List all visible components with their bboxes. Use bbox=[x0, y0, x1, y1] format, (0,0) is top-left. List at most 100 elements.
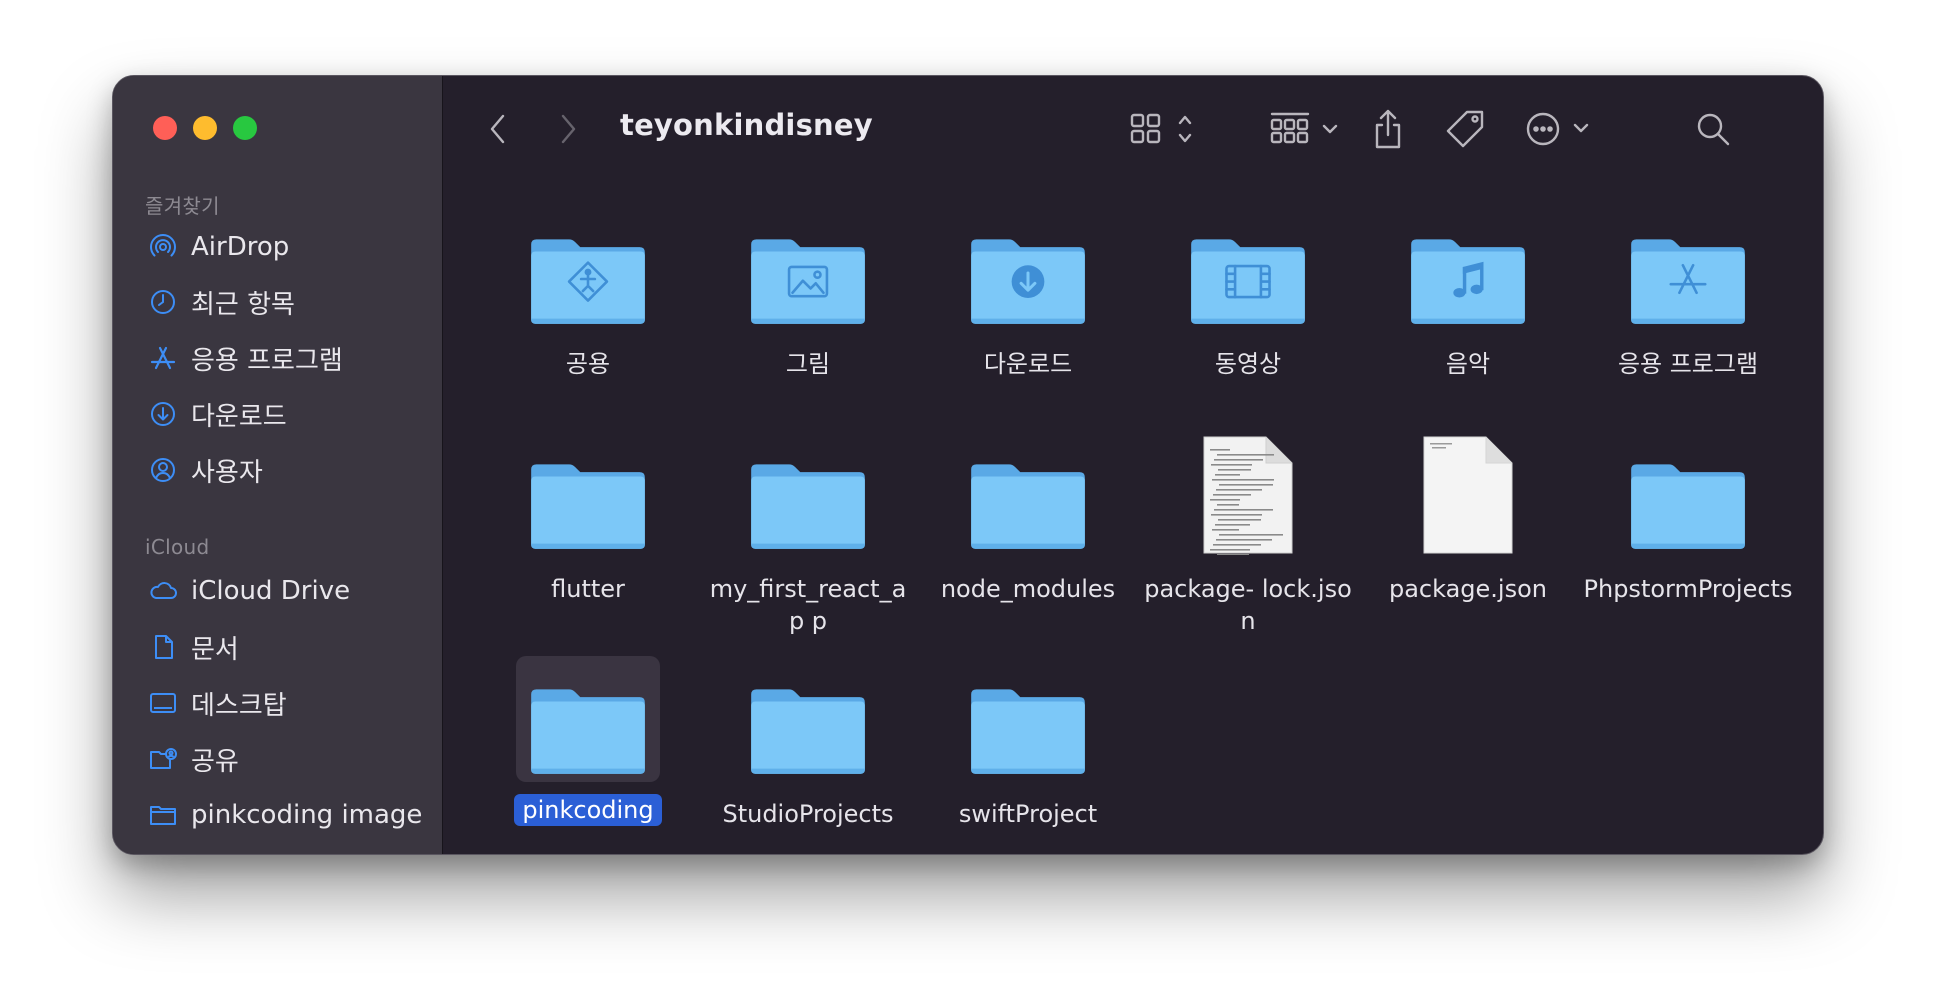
download-icon bbox=[147, 398, 179, 430]
sidebar-item-pinkcoding-image[interactable]: pinkcoding image bbox=[147, 793, 422, 837]
view-mode-button[interactable] bbox=[1128, 106, 1198, 152]
clock-icon bbox=[147, 286, 179, 318]
more-actions-button[interactable] bbox=[1523, 106, 1603, 152]
folder-icon bbox=[956, 656, 1100, 782]
folder-icon bbox=[956, 431, 1100, 557]
search-button[interactable] bbox=[1693, 106, 1733, 152]
folder-item-flutter[interactable]: flutter bbox=[478, 431, 698, 605]
sidebar-item-label: 문서 bbox=[191, 634, 239, 665]
chevron-left-icon bbox=[490, 114, 505, 144]
sidebar-item-downloads[interactable]: 다운로드 bbox=[147, 392, 287, 436]
sidebar-item-label: 사용자 bbox=[191, 457, 263, 488]
item-label: StudioProjects bbox=[722, 800, 894, 828]
item-label: 그림 bbox=[785, 350, 831, 378]
sidebar-item-label: 다운로드 bbox=[191, 401, 287, 432]
icloud-section-title: iCloud bbox=[145, 535, 210, 559]
zoom-window-button[interactable] bbox=[233, 116, 257, 140]
share-icon bbox=[1375, 109, 1401, 149]
folder-item-item[interactable]: 다운로드 bbox=[918, 206, 1138, 380]
share-button[interactable] bbox=[1368, 106, 1408, 152]
finder-window: 즐겨찾기 AirDrop 최근 항목 응용 프로그램 다운로드 사용자 iClo… bbox=[112, 75, 1824, 855]
sidebar-item-label: AirDrop bbox=[191, 232, 290, 262]
folder-item-node-modules[interactable]: node_modules bbox=[918, 431, 1138, 605]
sidebar-item-icloud-drive[interactable]: iCloud Drive bbox=[147, 569, 350, 613]
chevron-right-icon bbox=[561, 114, 576, 144]
ellipsis-circle-icon bbox=[1526, 112, 1589, 146]
folder-icon bbox=[147, 799, 179, 831]
traffic-lights bbox=[153, 116, 257, 140]
folder-item-item[interactable]: 동영상 bbox=[1138, 206, 1358, 380]
item-label: 음악 bbox=[1445, 350, 1491, 378]
folder-icon bbox=[736, 656, 880, 782]
blank-document-icon bbox=[1396, 431, 1540, 557]
item-label: 다운로드 bbox=[983, 350, 1073, 378]
toolbar: teyonkindisney bbox=[443, 76, 1823, 186]
sidebar-item-applications[interactable]: 응용 프로그램 bbox=[147, 336, 343, 380]
sidebar-item-shared[interactable]: 공유 bbox=[147, 737, 239, 781]
item-label: 동영상 bbox=[1214, 350, 1282, 378]
sidebar-item-airdrop[interactable]: AirDrop bbox=[147, 225, 289, 269]
shared-folder-icon bbox=[147, 743, 179, 775]
desktop-icon bbox=[147, 687, 179, 719]
item-label: 응용 프로그램 bbox=[1617, 350, 1759, 378]
folder-item-item[interactable]: 공용 bbox=[478, 206, 698, 380]
file-item-package-lock-json[interactable]: package- lock.json bbox=[1138, 431, 1358, 637]
file-item-package-json[interactable]: package.json bbox=[1358, 431, 1578, 605]
downloads-folder-icon bbox=[956, 206, 1100, 332]
item-label: my_first_react_ap p bbox=[709, 575, 907, 635]
folder-item-phpstormprojects[interactable]: PhpstormProjects bbox=[1578, 431, 1798, 605]
folder-item-pinkcoding[interactable]: pinkcoding bbox=[478, 656, 698, 826]
item-label: package- lock.json bbox=[1144, 575, 1352, 635]
airdrop-icon bbox=[147, 231, 179, 263]
group-grid-icon bbox=[1270, 112, 1338, 144]
music-folder-icon bbox=[1396, 206, 1540, 332]
public-folder-icon bbox=[516, 206, 660, 332]
folder-icon bbox=[516, 656, 660, 782]
search-icon bbox=[1697, 113, 1730, 146]
user-icon bbox=[147, 454, 179, 486]
text-document-icon bbox=[1176, 431, 1320, 557]
apps-folder-icon bbox=[1616, 206, 1760, 332]
window-title: teyonkindisney bbox=[620, 108, 873, 142]
sidebar-item-user[interactable]: 사용자 bbox=[147, 448, 263, 492]
item-label: node_modules bbox=[940, 575, 1116, 603]
folder-icon bbox=[736, 431, 880, 557]
group-button[interactable] bbox=[1268, 106, 1348, 152]
sidebar-item-label: 응용 프로그램 bbox=[191, 345, 343, 376]
item-label: flutter bbox=[551, 575, 625, 603]
tag-button[interactable] bbox=[1443, 106, 1487, 152]
icon-view-grid-icon bbox=[1130, 113, 1192, 144]
close-window-button[interactable] bbox=[153, 116, 177, 140]
sidebar-item-recents[interactable]: 최근 항목 bbox=[147, 280, 295, 324]
sidebar-item-label: 최근 항목 bbox=[191, 289, 295, 320]
sidebar-item-desktop[interactable]: 데스크탑 bbox=[147, 681, 287, 725]
folder-item-studioprojects[interactable]: StudioProjects bbox=[698, 656, 918, 830]
item-label: 공용 bbox=[565, 350, 611, 378]
applications-icon bbox=[147, 342, 179, 374]
sidebar-item-documents[interactable]: 문서 bbox=[147, 625, 239, 669]
document-icon bbox=[147, 631, 179, 663]
item-label: swiftProject bbox=[958, 800, 1098, 828]
cloud-icon bbox=[147, 575, 179, 607]
folder-item-swiftproject[interactable]: swiftProject bbox=[918, 656, 1138, 830]
back-button[interactable] bbox=[483, 106, 513, 152]
favorites-section-title: 즐겨찾기 bbox=[145, 194, 220, 218]
item-label: PhpstormProjects bbox=[1583, 575, 1793, 603]
folder-item-item[interactable]: 응용 프로그램 bbox=[1578, 206, 1798, 380]
folder-icon bbox=[1616, 431, 1760, 557]
item-label: package.json bbox=[1388, 575, 1547, 603]
sidebar-item-label: 공유 bbox=[191, 746, 239, 777]
pictures-folder-icon bbox=[736, 206, 880, 332]
folder-item-item[interactable]: 음악 bbox=[1358, 206, 1578, 380]
folder-icon bbox=[516, 431, 660, 557]
folder-item-item[interactable]: 그림 bbox=[698, 206, 918, 380]
sidebar-item-label: pinkcoding image bbox=[191, 800, 423, 830]
folder-item-my-first-react-ap-p[interactable]: my_first_react_ap p bbox=[698, 431, 918, 637]
sidebar-item-label: iCloud Drive bbox=[191, 576, 351, 606]
tag-icon bbox=[1446, 110, 1484, 148]
item-label: pinkcoding bbox=[514, 794, 662, 826]
forward-button[interactable] bbox=[553, 106, 583, 152]
sidebar-item-label: 데스크탑 bbox=[191, 690, 287, 721]
minimize-window-button[interactable] bbox=[193, 116, 217, 140]
movies-folder-icon bbox=[1176, 206, 1320, 332]
